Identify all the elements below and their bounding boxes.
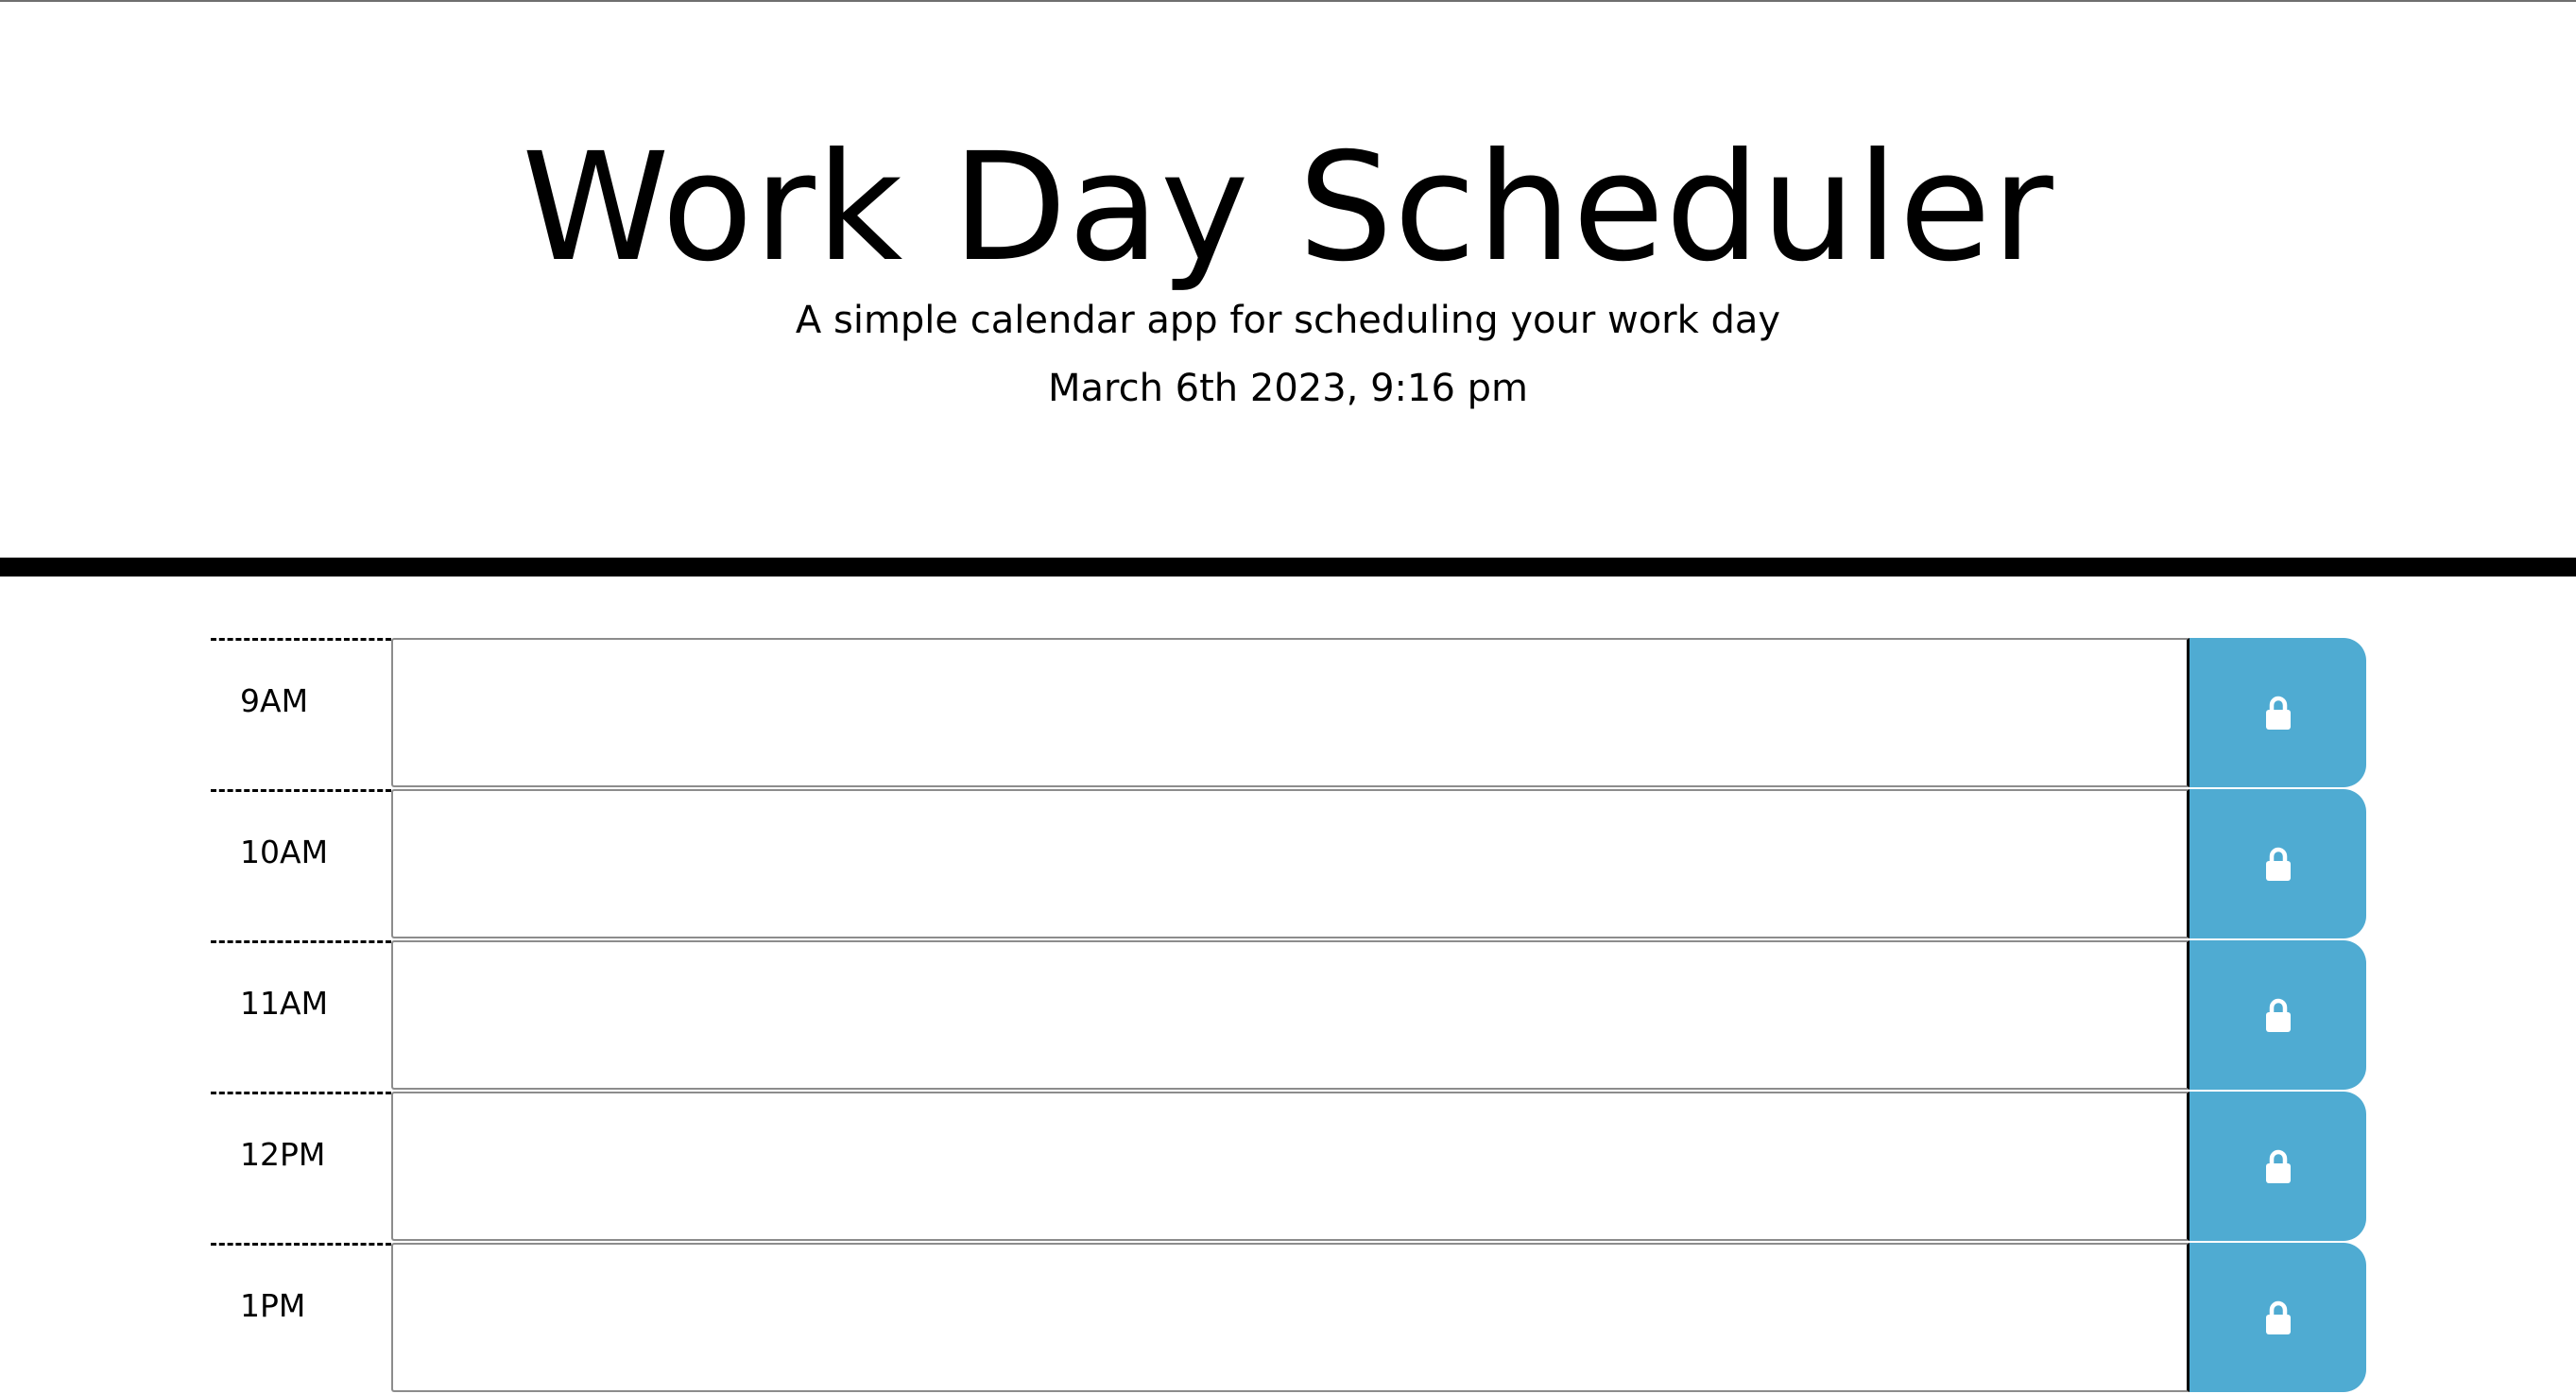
hour-label: 10AM — [240, 834, 329, 870]
event-description-input[interactable] — [391, 940, 2190, 1090]
lock-icon — [2265, 1149, 2291, 1183]
save-button[interactable] — [2190, 940, 2366, 1090]
page-title: Work Day Scheduler — [522, 121, 2054, 295]
save-button[interactable] — [2190, 1092, 2366, 1241]
lock-icon — [2265, 847, 2291, 881]
save-button[interactable] — [2190, 789, 2366, 938]
schedule-container: 9AM 10AM 11AM 12PM 1PM — [211, 638, 2366, 1394]
current-date-time: March 6th 2023, 9:16 pm — [1048, 367, 1528, 410]
hour-label: 1PM — [240, 1287, 306, 1324]
hour-label: 9AM — [240, 682, 309, 719]
hour-label: 11AM — [240, 985, 329, 1022]
hour-label: 12PM — [240, 1136, 326, 1173]
hour-column: 10AM — [211, 789, 391, 938]
time-block: 9AM — [211, 638, 2366, 789]
time-block: 12PM — [211, 1092, 2366, 1243]
lock-icon — [2265, 1300, 2291, 1334]
time-block: 11AM — [211, 940, 2366, 1092]
time-block: 10AM — [211, 789, 2366, 940]
header-divider — [0, 558, 2576, 577]
event-description-input[interactable] — [391, 1092, 2190, 1241]
page-subtitle: A simple calendar app for scheduling you… — [795, 299, 1781, 342]
hour-column: 9AM — [211, 638, 391, 787]
event-description-input[interactable] — [391, 1243, 2190, 1392]
save-button[interactable] — [2190, 638, 2366, 787]
header: Work Day Scheduler A simple calendar app… — [0, 0, 2576, 558]
event-description-input[interactable] — [391, 638, 2190, 787]
lock-icon — [2265, 998, 2291, 1032]
hour-column: 12PM — [211, 1092, 391, 1241]
event-description-input[interactable] — [391, 789, 2190, 938]
hour-column: 1PM — [211, 1243, 391, 1392]
time-block: 1PM — [211, 1243, 2366, 1394]
hour-column: 11AM — [211, 940, 391, 1090]
lock-icon — [2265, 696, 2291, 730]
save-button[interactable] — [2190, 1243, 2366, 1392]
